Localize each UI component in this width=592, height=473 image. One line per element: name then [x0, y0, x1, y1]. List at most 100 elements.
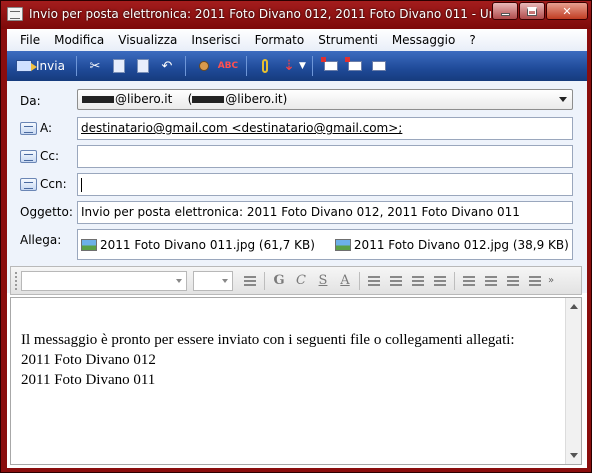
indent-icon — [434, 275, 446, 286]
formatting-toolbar: G C S A » — [10, 266, 582, 295]
close-button[interactable]: ✕ — [546, 2, 588, 20]
cut-button[interactable]: ✂ — [84, 55, 106, 77]
from-value-paren: @libero.it) — [225, 92, 288, 106]
paperclip-icon — [261, 59, 268, 73]
font-color-button[interactable]: A — [334, 271, 356, 291]
paste-button[interactable] — [132, 55, 154, 77]
body-line: 2011 Foto Divano 012 — [21, 352, 156, 368]
copy-button[interactable] — [108, 55, 130, 77]
encrypt-button[interactable] — [344, 55, 366, 77]
menu-modifica[interactable]: Modifica — [47, 33, 111, 47]
check-names-button[interactable] — [193, 55, 215, 77]
align-left-icon — [463, 275, 475, 286]
offline-icon — [371, 61, 386, 71]
font-name-dropdown[interactable] — [21, 270, 187, 291]
toolbar-grip[interactable] — [15, 271, 18, 290]
contact-icon — [198, 61, 209, 71]
redacted-text — [82, 96, 114, 103]
sign-button[interactable] — [320, 55, 342, 77]
bcc-label: Ccn: — [40, 177, 67, 191]
menu-inserisci[interactable]: Inserisci — [184, 33, 247, 47]
decrease-indent-button[interactable] — [407, 271, 429, 291]
bullet-list-button[interactable] — [385, 271, 407, 291]
clipboard-icon — [136, 59, 149, 73]
menu-formato[interactable]: Formato — [248, 33, 312, 47]
spelling-button[interactable]: ABC — [217, 55, 239, 77]
menu-bar: File Modifica Visualizza Inserisci Forma… — [7, 29, 587, 51]
cc-field[interactable] — [77, 145, 573, 168]
maximize-button[interactable] — [519, 2, 545, 20]
vertical-scrollbar[interactable] — [565, 298, 581, 464]
numbered-list-button[interactable] — [363, 271, 385, 291]
increase-indent-button[interactable] — [429, 271, 451, 291]
scissors-icon: ✂ — [89, 58, 101, 74]
cc-address-button[interactable]: Cc: — [20, 149, 59, 163]
justify-button[interactable] — [524, 271, 546, 291]
spelling-icon: ABC — [217, 61, 239, 71]
subject-label: Oggetto: — [20, 205, 73, 219]
send-button[interactable]: Invia — [11, 55, 70, 77]
work-offline-button[interactable] — [368, 55, 390, 77]
attachment-item[interactable]: 2011 Foto Divano 012.jpg (38,9 KB) — [334, 238, 569, 252]
client-area: File Modifica Visualizza Inserisci Forma… — [7, 29, 587, 468]
attachment-item[interactable]: 2011 Foto Divano 011.jpg (61,7 KB) — [81, 238, 315, 252]
header-fields: Da: @libero.it (@libero.it) A: destinata… — [7, 81, 587, 293]
title-bar[interactable]: Invio per posta elettronica: 2011 Foto D… — [1, 1, 591, 29]
to-address-button[interactable]: A: — [20, 121, 52, 135]
font-size-dropdown[interactable] — [193, 270, 233, 291]
menu-file[interactable]: File — [13, 33, 47, 47]
attach-button[interactable] — [254, 55, 276, 77]
window-title: Invio per posta elettronica: 2011 Foto D… — [29, 7, 491, 21]
paragraph-style-button[interactable] — [239, 271, 261, 291]
text-cursor — [81, 177, 82, 192]
copy-icon — [112, 59, 125, 73]
chevron-down-icon — [176, 278, 182, 283]
attachment-name: 2011 Foto Divano 011.jpg (61,7 KB) — [100, 237, 315, 252]
image-file-icon — [334, 238, 351, 251]
subject-field[interactable]: Invio per posta elettronica: 2011 Foto D… — [77, 201, 573, 224]
undo-icon: ↶ — [161, 58, 173, 74]
cc-label: Cc: — [40, 149, 60, 163]
body-text: Il messaggio è pronto per essere inviato… — [21, 330, 515, 390]
chevron-down-icon — [222, 278, 228, 283]
scroll-down-icon[interactable] — [570, 453, 578, 458]
mail-compose-window: Invio per posta elettronica: 2011 Foto D… — [0, 0, 592, 473]
redacted-text — [192, 96, 225, 103]
address-book-icon — [20, 177, 37, 191]
body-line: Il messaggio è pronto per essere inviato… — [21, 332, 515, 348]
menu-help[interactable]: ? — [462, 33, 482, 47]
chevron-right-icon[interactable]: » — [548, 275, 554, 286]
chevron-down-icon[interactable]: ▼ — [299, 61, 306, 71]
bold-button[interactable]: G — [268, 271, 290, 291]
scroll-up-icon[interactable] — [570, 304, 578, 309]
toolbar-separator — [264, 271, 265, 290]
bcc-field[interactable] — [77, 173, 573, 196]
priority-button[interactable]: ⇣ — [278, 55, 300, 77]
sign-message-icon — [320, 57, 338, 71]
attach-label: Allega: — [20, 233, 62, 247]
undo-button[interactable]: ↶ — [156, 55, 178, 77]
from-dropdown[interactable]: @libero.it (@libero.it) — [77, 89, 573, 110]
bcc-address-button[interactable]: Ccn: — [20, 177, 67, 191]
menu-messaggio[interactable]: Messaggio — [385, 33, 463, 47]
address-book-icon — [20, 121, 37, 135]
align-right-button[interactable] — [502, 271, 524, 291]
from-label: Da: — [20, 94, 41, 108]
underline-button[interactable]: S — [312, 271, 334, 291]
image-file-icon — [81, 238, 97, 251]
minimize-button[interactable] — [492, 2, 518, 20]
outdent-icon — [412, 275, 424, 286]
menu-strumenti[interactable]: Strumenti — [311, 33, 385, 47]
menu-visualizza[interactable]: Visualizza — [111, 33, 184, 47]
message-body[interactable]: Il messaggio è pronto per essere inviato… — [10, 297, 582, 465]
body-line: 2011 Foto Divano 011 — [21, 372, 156, 388]
encrypt-message-icon — [344, 57, 362, 71]
italic-button[interactable]: C — [290, 271, 312, 291]
toolbar-separator — [245, 56, 247, 76]
close-icon: ✕ — [562, 4, 572, 18]
chevron-down-icon[interactable] — [559, 97, 567, 102]
align-left-button[interactable] — [458, 271, 480, 291]
align-center-button[interactable] — [480, 271, 502, 291]
caption-buttons: ✕ — [491, 2, 588, 20]
to-field[interactable]: destinatario@gmail.com <destinatario@gma… — [77, 117, 573, 140]
